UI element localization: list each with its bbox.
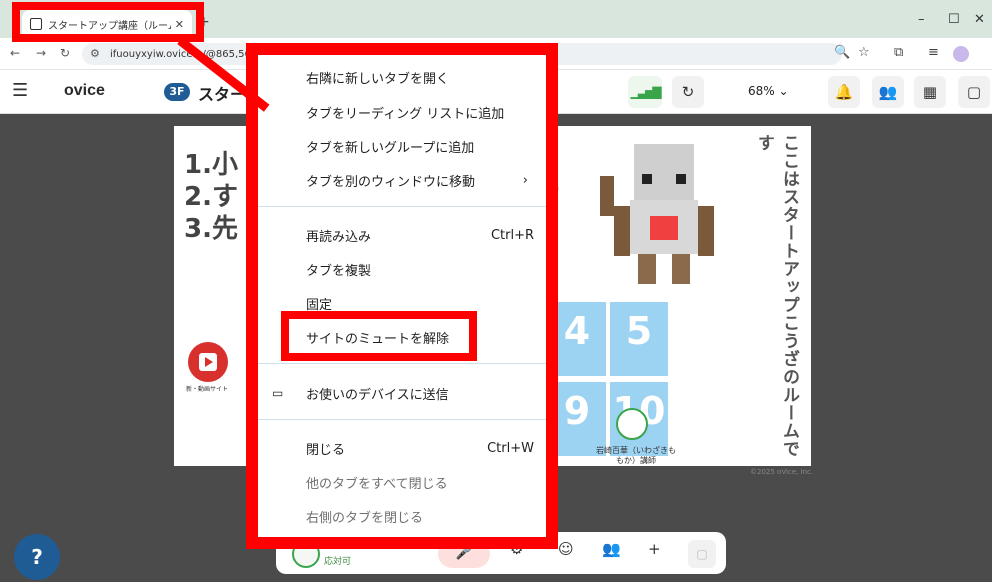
window-close-button[interactable]: ✕	[974, 12, 985, 27]
add-object-button[interactable]: +	[648, 540, 661, 558]
signal-strength-icon[interactable]: ▁▃▅▇	[628, 76, 662, 108]
number-grid: 4 5 9 10	[548, 302, 670, 458]
meeting-icon[interactable]: 👥	[602, 540, 621, 558]
copyright-text: ©2025 oVice, Inc.	[750, 468, 814, 476]
forward-button[interactable]: →	[36, 46, 46, 60]
ovice-logo: ovice	[64, 82, 105, 99]
youtube-icon[interactable]	[188, 342, 228, 382]
mascot-logo	[616, 408, 648, 440]
back-button[interactable]: ←	[10, 46, 20, 60]
menu-icon[interactable]: ☰	[12, 80, 28, 101]
members-icon[interactable]: 👥	[872, 76, 904, 108]
youtube-caption: 新・動画サイト	[186, 386, 229, 393]
slide-vertical-title: ここはスタートアップこうざのルームです	[754, 134, 799, 458]
floor-badge[interactable]: 3F	[164, 83, 190, 101]
chat-icon[interactable]: ▢	[958, 76, 990, 108]
bookmark-star-icon[interactable]: ☆	[858, 45, 870, 60]
slide-line-3: 3.先	[184, 214, 238, 244]
annotation-menu-highlight	[246, 43, 558, 549]
grid-cell-5: 5	[610, 302, 668, 376]
reaction-icon[interactable]: ☺	[558, 540, 574, 558]
reading-list-icon[interactable]: ≡	[928, 45, 939, 60]
lecturer-name: 岩崎百華（いわざきももか）講師	[596, 446, 676, 465]
robot-illustration-icon	[600, 144, 714, 284]
calendar-icon[interactable]: ▦	[914, 76, 946, 108]
refresh-icon[interactable]: ↻	[672, 76, 704, 108]
minimize-button[interactable]: –	[918, 12, 925, 27]
zoom-level-select[interactable]: 68% ⌄	[748, 84, 789, 98]
maximize-button[interactable]: ☐	[948, 12, 960, 27]
status-label: 応対可	[324, 557, 352, 567]
url-text: ifuouyxyiw.ovice…/@865,563	[110, 48, 258, 60]
extensions-icon[interactable]: ⧉	[894, 45, 903, 60]
zoom-icon[interactable]: 🔍	[834, 45, 850, 60]
annotation-tab-highlight	[12, 2, 204, 42]
help-chat-icon[interactable]: ?	[14, 534, 60, 580]
annotation-unmute-highlight	[281, 311, 477, 361]
profile-avatar[interactable]	[953, 46, 969, 62]
bell-icon[interactable]: 🔔	[828, 76, 860, 108]
reload-button[interactable]: ↻	[60, 46, 70, 60]
camera-disabled-icon[interactable]: ▢	[688, 540, 716, 568]
site-info-icon[interactable]: ⚙	[90, 47, 100, 60]
